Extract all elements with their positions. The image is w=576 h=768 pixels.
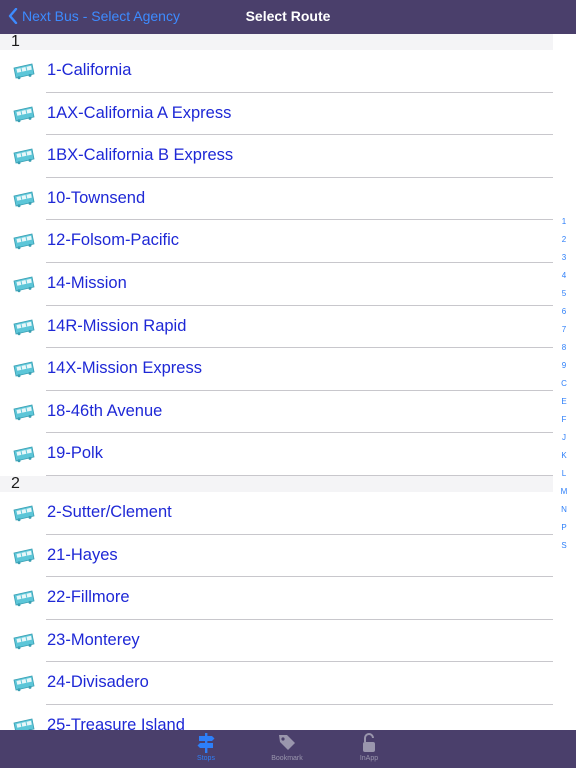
route-label: 14X-Mission Express <box>47 359 202 378</box>
bus-icon <box>13 63 35 80</box>
index-letter[interactable]: S <box>558 537 570 555</box>
bus-icon <box>13 191 35 208</box>
bus-icon <box>13 319 35 335</box>
route-label: 1-California <box>47 61 132 79</box>
index-letter[interactable]: 7 <box>558 321 570 339</box>
tab-inapp-label: InApp <box>359 755 379 762</box>
route-label: 23-Monterey <box>47 630 140 649</box>
route-label: 10-Townsend <box>47 188 146 207</box>
index-letter[interactable]: 3 <box>558 249 570 267</box>
bus-icon <box>13 233 35 250</box>
index-letter[interactable]: 9 <box>558 357 570 375</box>
lock-icon <box>363 733 375 752</box>
bus-icon <box>13 548 35 564</box>
route-label: 21-Hayes <box>47 545 118 564</box>
signpost-icon <box>197 733 215 753</box>
bus-icon <box>13 446 35 463</box>
route-row[interactable]: 2-Sutter/Clement <box>0 492 553 535</box>
section-index-bar[interactable]: 123456789CEFJKLMNPS <box>558 213 570 555</box>
route-label: 25-Treasure Island <box>47 715 185 730</box>
bus-icon <box>13 590 35 607</box>
route-list[interactable]: 1 1-California 1AX-California A Express 1BX… <box>0 34 576 730</box>
route-label: 1AX-California A Express <box>47 103 232 122</box>
section-header-label: 1 <box>11 34 20 50</box>
index-letter[interactable]: 1 <box>558 213 570 231</box>
route-label: 2-Sutter/Clement <box>47 502 172 521</box>
route-label: 19-Polk <box>47 444 103 463</box>
tab-bookmark[interactable]: Bookmark <box>257 732 317 762</box>
index-letter[interactable]: L <box>558 465 570 483</box>
tab-stops-label: Stops <box>197 755 215 762</box>
index-letter[interactable]: F <box>558 411 570 429</box>
route-row[interactable]: 14X-Mission Express <box>0 348 553 391</box>
app-window: Next Bus - Select Agency Select Route 11… <box>0 0 576 768</box>
bus-icon <box>13 505 35 522</box>
bus-icon <box>13 361 35 378</box>
index-letter[interactable]: 4 <box>558 267 570 285</box>
bus-icon <box>13 276 35 293</box>
route-row[interactable]: 14-Mission <box>0 263 553 306</box>
route-label: 24-Divisadero <box>47 673 149 692</box>
navigation-bar: Next Bus - Select Agency Select Route <box>0 0 576 34</box>
route-row[interactable]: 1BX-California B Express <box>0 135 553 178</box>
route-row[interactable]: 18-46th Avenue <box>0 391 553 434</box>
tab-inapp[interactable]: InApp <box>339 732 399 762</box>
route-label: 1BX-California B Express <box>47 146 234 165</box>
index-letter[interactable]: 2 <box>558 231 570 249</box>
route-row[interactable]: 14R-Mission Rapid <box>0 306 553 349</box>
route-row[interactable]: 10-Townsend <box>0 178 553 221</box>
bus-icon <box>13 633 35 650</box>
route-row[interactable]: 1AX-California A Express <box>0 93 553 136</box>
bus-icon <box>13 106 35 122</box>
index-letter[interactable]: N <box>558 501 570 519</box>
route-row[interactable]: 21-Hayes <box>0 535 553 578</box>
route-label: 12-Folsom-Pacific <box>47 231 180 250</box>
section-header: 2 <box>0 474 553 492</box>
bus-icon <box>13 404 35 421</box>
index-letter[interactable]: 5 <box>558 285 570 303</box>
tab-bookmark-label: Bookmark <box>271 755 303 762</box>
bus-icon <box>13 148 35 165</box>
tab-bar: Stops Bookmark InApp <box>0 730 576 768</box>
index-letter[interactable]: 8 <box>558 339 570 357</box>
route-row[interactable]: 22-Fillmore <box>0 577 553 620</box>
route-row[interactable]: 19-Polk <box>0 433 553 476</box>
route-label: 14-Mission <box>47 273 127 292</box>
index-letter[interactable]: C <box>558 375 570 393</box>
route-label: 18-46th Avenue <box>47 401 163 420</box>
index-letter[interactable]: P <box>558 519 570 537</box>
tab-stops[interactable]: Stops <box>176 732 236 762</box>
route-label: 22-Fillmore <box>47 588 130 607</box>
section-header-label: 2 <box>11 474 20 492</box>
route-row[interactable]: 24-Divisadero <box>0 662 553 705</box>
index-letter[interactable]: J <box>558 429 570 447</box>
bus-icon <box>13 718 35 730</box>
index-letter[interactable]: K <box>558 447 570 465</box>
route-row[interactable]: 25-Treasure Island <box>0 705 553 730</box>
route-row[interactable]: 23-Monterey <box>0 620 553 663</box>
section-header: 1 <box>0 34 553 50</box>
index-letter[interactable]: 6 <box>558 303 570 321</box>
route-row[interactable]: 1-California <box>0 50 553 93</box>
route-row[interactable]: 12-Folsom-Pacific <box>0 220 553 263</box>
route-label: 14R-Mission Rapid <box>47 316 187 335</box>
index-letter[interactable]: E <box>558 393 570 411</box>
page-title: Select Route <box>245 8 331 24</box>
index-letter[interactable]: M <box>558 483 570 501</box>
bus-icon <box>13 675 35 692</box>
tag-icon <box>279 735 295 750</box>
